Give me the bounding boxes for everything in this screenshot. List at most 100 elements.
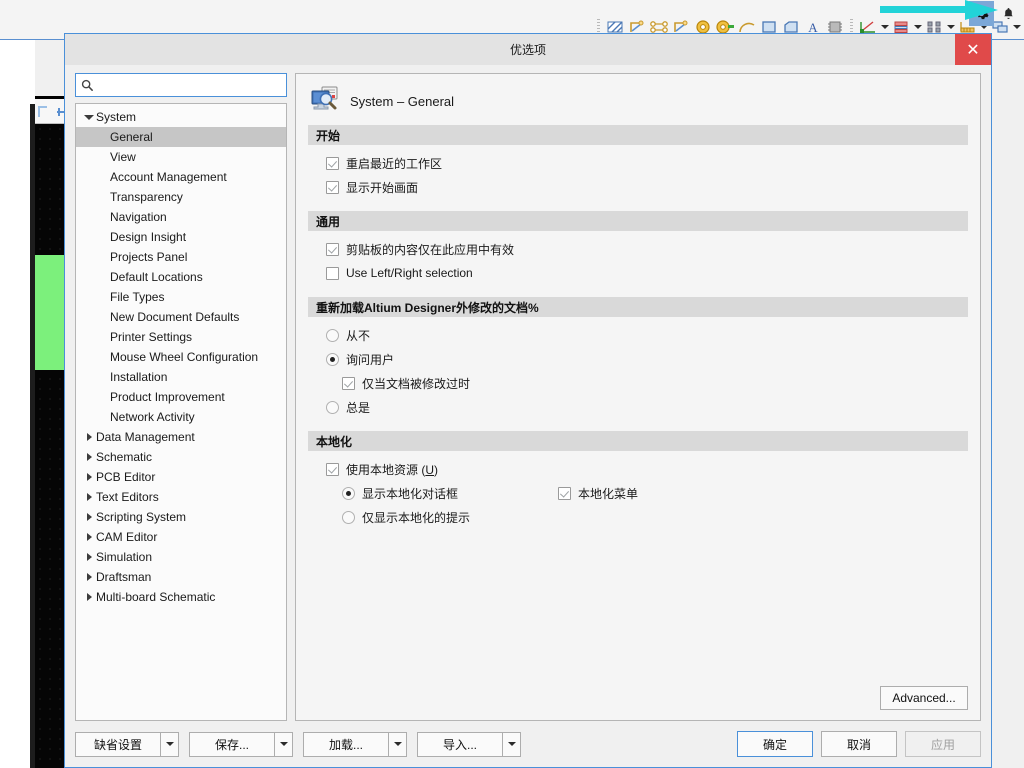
tree-item-default-locations[interactable]: Default Locations <box>76 267 286 287</box>
tree-item-label: Account Management <box>110 170 227 184</box>
search-box[interactable] <box>75 73 287 97</box>
tree-item-label: System <box>96 110 137 124</box>
close-icon[interactable]: ✕ <box>955 34 991 65</box>
chevron-right-icon[interactable] <box>82 513 96 521</box>
tree-item-multi-board-schematic[interactable]: Multi-board Schematic <box>76 587 286 607</box>
bell-icon[interactable] <box>998 1 1018 26</box>
settings-navigation-pane: System General View Account Management Trans… <box>75 73 287 721</box>
checkbox-option[interactable]: Use Left/Right selection <box>308 261 968 285</box>
chevron-down-icon[interactable] <box>161 731 179 757</box>
ok-button[interactable]: 确定 <box>737 731 813 757</box>
chevron-right-icon[interactable] <box>82 473 96 481</box>
option-label: 仅显示本地化的提示 <box>362 510 471 525</box>
radio-option[interactable]: 显示本地化对话框 本地化菜单 <box>308 481 968 505</box>
option-label: 使用本地资源 (U) <box>346 462 439 477</box>
tree-item-system[interactable]: System <box>76 107 286 127</box>
tree-item-design-insight[interactable]: Design Insight <box>76 227 286 247</box>
tree-item-scripting-system[interactable]: Scripting System <box>76 507 286 527</box>
svg-text:A: A <box>808 20 818 34</box>
page-header: System – General <box>296 74 980 125</box>
tree-item-mouse-wheel-configuration[interactable]: Mouse Wheel Configuration <box>76 347 286 367</box>
checkbox-option[interactable]: 本地化菜单 <box>558 485 638 502</box>
tree-item-label: New Document Defaults <box>110 310 240 324</box>
tree-item-transparency[interactable]: Transparency <box>76 187 286 207</box>
tree-item-navigation[interactable]: Navigation <box>76 207 286 227</box>
tree-item-printer-settings[interactable]: Printer Settings <box>76 327 286 347</box>
preset-split-button[interactable]: 导入... <box>417 731 521 757</box>
radio-icon[interactable] <box>342 510 355 524</box>
cancel-button[interactable]: 取消 <box>821 731 897 757</box>
option-label: 显示开始画面 <box>346 180 419 195</box>
pcb-canvas[interactable] <box>35 124 64 768</box>
preferences-dialog: 优选项 ✕ System General View Account Managemen… <box>64 33 992 768</box>
tree-item-general[interactable]: General <box>76 127 286 147</box>
preset-button[interactable]: 保存... <box>189 731 275 757</box>
tree-item-simulation[interactable]: Simulation <box>76 547 286 567</box>
tree-item-view[interactable]: View <box>76 147 286 167</box>
tree-item-label: View <box>110 150 136 164</box>
preset-button[interactable]: 加载... <box>303 731 389 757</box>
settings-tree[interactable]: System General View Account Management Trans… <box>75 103 287 721</box>
tree-item-label: Schematic <box>96 450 153 464</box>
tree-item-product-improvement[interactable]: Product Improvement <box>76 387 286 407</box>
preset-split-button[interactable]: 保存... <box>189 731 293 757</box>
chevron-right-icon[interactable] <box>82 433 96 441</box>
chevron-right-icon[interactable] <box>82 553 96 561</box>
chevron-down-icon[interactable] <box>275 731 293 757</box>
tree-item-draftsman[interactable]: Draftsman <box>76 567 286 587</box>
chevron-right-icon[interactable] <box>82 573 96 581</box>
chevron-down-icon[interactable] <box>82 115 96 120</box>
chevron-down-icon[interactable] <box>503 731 521 757</box>
checkbox-icon[interactable] <box>326 180 339 194</box>
background-top-strip <box>0 0 1024 14</box>
option-label: 剪贴板的内容仅在此应用中有效 <box>346 242 515 257</box>
tree-item-account-management[interactable]: Account Management <box>76 167 286 187</box>
tree-item-data-management[interactable]: Data Management <box>76 427 286 447</box>
option-label: Use Left/Right selection <box>346 266 473 280</box>
radio-icon[interactable] <box>326 400 339 414</box>
tree-item-file-types[interactable]: File Types <box>76 287 286 307</box>
radio-option[interactable]: 询问用户 <box>308 347 968 371</box>
checkbox-option[interactable]: 显示开始画面 <box>308 175 968 199</box>
checkbox-icon[interactable] <box>342 376 355 390</box>
checkbox-icon[interactable] <box>326 462 339 476</box>
checkbox-option[interactable]: 剪贴板的内容仅在此应用中有效 <box>308 237 968 261</box>
checkbox-option[interactable]: 使用本地资源 (U) <box>308 457 968 481</box>
radio-icon[interactable] <box>326 352 339 366</box>
radio-icon[interactable] <box>342 486 355 500</box>
section-heading: 重新加载Altium Designer外修改的文档% <box>308 297 968 317</box>
tree-item-installation[interactable]: Installation <box>76 367 286 387</box>
chevron-right-icon[interactable] <box>82 453 96 461</box>
preset-button[interactable]: 缺省设置 <box>75 731 161 757</box>
option-label: 从不 <box>346 328 371 343</box>
checkbox-icon[interactable] <box>558 486 572 500</box>
preset-split-button[interactable]: 缺省设置 <box>75 731 179 757</box>
tree-item-cam-editor[interactable]: CAM Editor <box>76 527 286 547</box>
tree-item-network-activity[interactable]: Network Activity <box>76 407 286 427</box>
search-input[interactable] <box>98 75 281 95</box>
checkbox-option[interactable]: 重启最近的工作区 <box>308 151 968 175</box>
chevron-right-icon[interactable] <box>82 533 96 541</box>
chevron-down-icon[interactable] <box>389 731 407 757</box>
radio-option[interactable]: 仅显示本地化的提示 <box>308 505 968 529</box>
dialog-titlebar: 优选项 ✕ <box>65 34 991 65</box>
chevron-right-icon[interactable] <box>82 493 96 501</box>
checkbox-icon[interactable] <box>326 242 339 256</box>
tree-item-pcb-editor[interactable]: PCB Editor <box>76 467 286 487</box>
tree-item-projects-panel[interactable]: Projects Panel <box>76 247 286 267</box>
advanced-button[interactable]: Advanced... <box>880 686 968 710</box>
checkbox-option[interactable]: 仅当文档被修改过时 <box>308 371 968 395</box>
tree-item-schematic[interactable]: Schematic <box>76 447 286 467</box>
radio-option[interactable]: 从不 <box>308 323 968 347</box>
radio-option[interactable]: 总是 <box>308 395 968 419</box>
tree-item-new-document-defaults[interactable]: New Document Defaults <box>76 307 286 327</box>
checkbox-icon[interactable] <box>326 156 339 170</box>
checkbox-icon[interactable] <box>326 266 339 280</box>
chevron-right-icon[interactable] <box>82 593 96 601</box>
tree-item-text-editors[interactable]: Text Editors <box>76 487 286 507</box>
tree-item-label: Text Editors <box>96 490 159 504</box>
tree-item-label: Scripting System <box>96 510 187 524</box>
preset-button[interactable]: 导入... <box>417 731 503 757</box>
preset-split-button[interactable]: 加载... <box>303 731 407 757</box>
radio-icon[interactable] <box>326 328 339 342</box>
